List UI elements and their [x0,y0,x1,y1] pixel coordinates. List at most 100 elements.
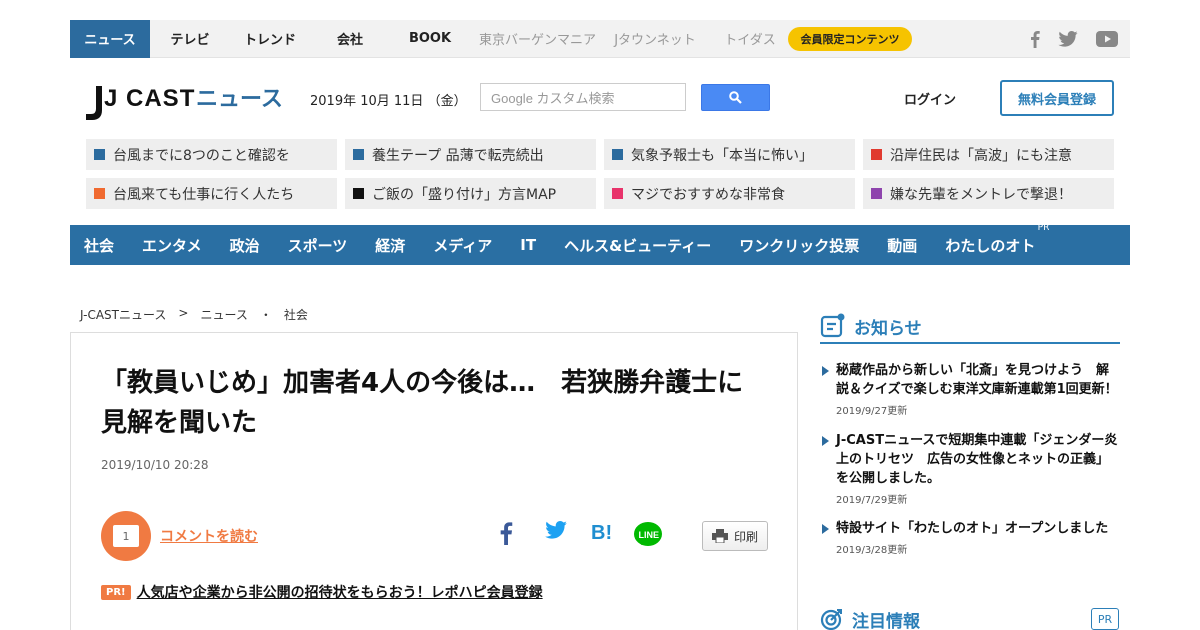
twitter-icon[interactable] [1058,31,1078,47]
svg-text:B!: B! [591,522,612,543]
category-media[interactable]: メディア [433,235,492,256]
article-card: 「教員いじめ」加害者4人の今後は… 若狭勝弁護士に見解を聞いた 2019/10/… [70,332,798,630]
nav-tv[interactable]: テレビ [150,20,230,58]
notice-title-text: 特設サイト「わたしのオト」オープンしました [836,521,1109,536]
notice-item[interactable]: 特設サイト「わたしのオト」オープンしました 2019/3/28更新 [822,519,1118,556]
category-entertainment[interactable]: エンタメ [142,235,202,256]
topic-chips: 台風までに8つのこと確認を 養生テープ 品薄で転売続出 気象予報士も「本当に怖い… [86,139,1114,209]
youtube-icon[interactable] [1096,31,1118,47]
notice-title-text: J-CASTニュースで短期集中連載「ジェンダー炎上のトリセツ 広告の女性像とネッ… [836,433,1118,486]
chip-marker [94,149,105,160]
facebook-share-icon[interactable] [499,521,513,545]
breadcrumb-separator: ・ [259,308,272,322]
member-content-badge[interactable]: 会員限定コンテンツ [788,27,912,51]
bullet-triangle-icon [822,366,829,376]
category-health-beauty[interactable]: ヘルス&ビューティー [564,235,711,256]
category-one-click-vote[interactable]: ワンクリック投票 [739,235,859,256]
pr-promo-link[interactable]: 人気店や企業から非公開の招待状をもらおう！レポハピ会員登録 [137,582,543,602]
breadcrumb: J-CASTニュース > ニュース ・ 社会 [80,306,308,323]
breadcrumb-news[interactable]: ニュース [200,306,247,323]
print-label: 印刷 [733,529,758,544]
chip-label: 台風来ても仕事に行く人たち [113,186,295,203]
category-society[interactable]: 社会 [84,235,114,256]
read-comments-link[interactable]: コメントを読む [160,526,258,546]
pr-promo: PR! 人気店や企業から非公開の招待状をもらおう！レポハピ会員登録 [101,582,543,602]
social-links [1030,20,1118,58]
focus-header: 注目情報 [820,606,1120,630]
notice-item[interactable]: J-CASTニュースで短期集中連載「ジェンダー炎上のトリセツ 広告の女性像とネッ… [822,431,1118,506]
login-link[interactable]: ログイン [904,89,956,108]
topic-chip[interactable]: ご飯の「盛り付け」方言MAP [345,178,596,209]
chip-marker [94,188,105,199]
nav-tokyo-bargain[interactable]: 東京バーゲンマニア [470,20,605,58]
printer-icon [711,529,728,543]
nav-jtown[interactable]: Jタウンネット [605,20,705,58]
chip-label: 嫌な先輩をメントレで撃退！ [890,186,1072,203]
chip-marker [871,188,882,199]
chip-marker [612,149,623,160]
pr-tag: PR! [101,584,131,600]
topic-chip[interactable]: マジでおすすめな非常食 [604,178,855,209]
notice-title-text: 秘蔵作品から新しい「北斎」を見つけよう 解説＆クイズで楽しむ東洋文庫新連載第1回… [836,363,1118,397]
topic-chip[interactable]: 嫌な先輩をメントレで撃退！ [863,178,1114,209]
notice-item[interactable]: 秘蔵作品から新しい「北斎」を見つけよう 解説＆クイズで楽しむ東洋文庫新連載第1回… [822,361,1118,417]
topic-chip[interactable]: 台風来ても仕事に行く人たち [86,178,337,209]
chip-label: 養生テープ 品薄で転売続出 [372,147,544,164]
comment-count: 1 [113,525,139,547]
nav-news[interactable]: ニュース [70,19,150,58]
category-it[interactable]: IT [520,236,536,254]
chip-marker [353,149,364,160]
comment-button[interactable]: 1 [101,511,151,561]
nav-book[interactable]: BOOK [390,20,470,58]
hatena-bookmark-icon[interactable]: B! [591,521,615,543]
pr-mark: PR [1037,222,1050,233]
topic-chip[interactable]: 台風までに8つのこと確認を [86,139,337,170]
category-label: わたしのオト [945,236,1036,255]
chip-label: 沿岸住民は「高波」にも注意 [890,147,1072,164]
notice-header: お知らせ [820,310,1120,344]
breadcrumb-society[interactable]: 社会 [284,306,308,323]
notice-date: 2019/7/29更新 [836,495,908,506]
facebook-icon[interactable] [1030,30,1040,48]
nav-trend[interactable]: トレンド [230,20,310,58]
bullet-triangle-icon [822,436,829,446]
twitter-share-icon[interactable] [545,521,567,539]
svg-text:J CAST: J CAST [104,85,195,112]
breadcrumb-home[interactable]: J-CASTニュース [80,306,166,323]
focus-title: 注目情報 [852,611,920,630]
chip-marker [871,149,882,160]
notice-date: 2019/9/27更新 [836,406,908,417]
search-button[interactable] [701,84,770,111]
chip-label: 気象予報士も「本当に怖い」 [631,147,813,164]
article-date: 2019/10/10 20:28 [101,458,209,472]
category-economy[interactable]: 経済 [375,235,405,256]
category-sports[interactable]: スポーツ [288,235,348,256]
topic-chip[interactable]: 気象予報士も「本当に怖い」 [604,139,855,170]
topic-chip[interactable]: 養生テープ 品薄で転売続出 [345,139,596,170]
chip-label: ご飯の「盛り付け」方言MAP [372,186,557,203]
line-share-icon[interactable]: LINE [633,521,663,549]
category-politics[interactable]: 政治 [230,235,260,256]
nav-company[interactable]: 会社 [310,20,390,58]
bullet-triangle-icon [822,524,829,534]
chip-label: マジでおすすめな非常食 [631,186,785,203]
category-bar: 社会 エンタメ 政治 スポーツ 経済 メディア IT ヘルス&ビューティー ワン… [70,223,1130,265]
breadcrumb-separator: > [178,306,189,320]
register-button[interactable]: 無料会員登録 [1000,80,1114,116]
category-video[interactable]: 動画 [887,235,917,256]
notice-date: 2019/3/28更新 [836,545,908,556]
current-date: 2019年 10月 11日 （金） [310,94,467,109]
topic-chip[interactable]: 沿岸住民は「高波」にも注意 [863,139,1114,170]
focus-pr-badge: PR [1091,608,1119,630]
top-navigation: ニュース テレビ トレンド 会社 BOOK 東京バーゲンマニア Jタウンネット … [70,19,1130,58]
category-watashi-no-oto[interactable]: わたしのオト PR [945,223,1049,256]
target-icon [820,609,842,630]
print-button[interactable]: 印刷 [702,521,768,551]
search-input[interactable]: Google カスタム検索 [480,83,686,111]
search-icon [729,91,742,104]
jcast-news-logo[interactable]: J CAST ニュース [84,80,284,122]
chip-marker [353,188,364,199]
nav-toidas[interactable]: トイダス [705,20,795,58]
chip-marker [612,188,623,199]
svg-text:LINE: LINE [639,530,660,540]
